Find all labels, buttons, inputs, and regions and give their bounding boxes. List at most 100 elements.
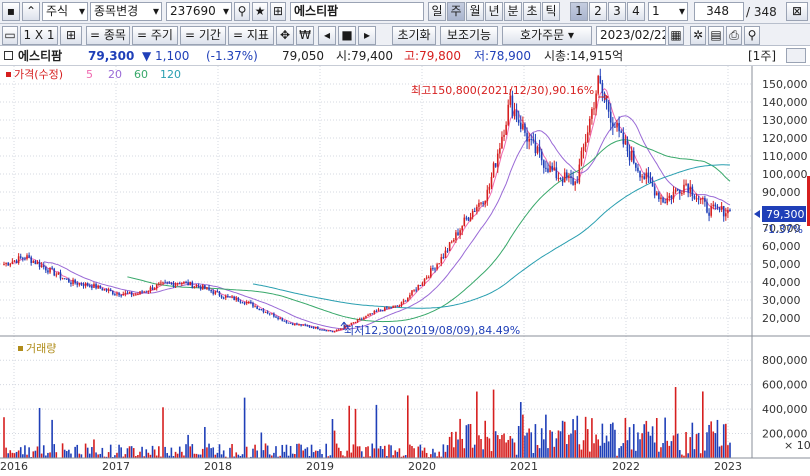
print-icon[interactable]: ⎙ bbox=[726, 26, 742, 45]
table-icon[interactable]: ▤ bbox=[708, 26, 724, 45]
volume-bar bbox=[720, 445, 723, 458]
checkbox-icon[interactable] bbox=[4, 51, 13, 60]
year-label: 2019 bbox=[306, 460, 334, 473]
candle-body bbox=[681, 193, 683, 195]
period-tab-0[interactable]: 일 bbox=[428, 2, 446, 21]
period-tab-5[interactable]: 초 bbox=[523, 2, 541, 21]
search-icon[interactable]: ⚲ bbox=[744, 26, 760, 45]
item-button[interactable]: = 종목 bbox=[86, 26, 130, 45]
volume-bar bbox=[116, 452, 118, 458]
period-tab-6[interactable]: 틱 bbox=[542, 2, 560, 21]
search-icon[interactable]: ⚲ bbox=[234, 2, 250, 21]
candle-body bbox=[143, 291, 145, 293]
more-icon[interactable]: ⊞ bbox=[270, 2, 286, 21]
volume-bar bbox=[678, 450, 681, 458]
range-button[interactable]: = 기간 bbox=[180, 26, 226, 45]
unit-button-2[interactable]: 2 bbox=[589, 2, 607, 21]
year-label: 2023 bbox=[714, 460, 742, 473]
order-button[interactable]: 호가주문 ▾ bbox=[502, 26, 592, 45]
reset-button[interactable]: 초기화 bbox=[392, 26, 436, 45]
market-select[interactable]: 주식 ▾ bbox=[42, 2, 88, 21]
cycle-button[interactable]: = 주기 bbox=[132, 26, 178, 45]
aux-button[interactable]: 보조기능 bbox=[440, 26, 498, 45]
layout-button[interactable]: 1 X 1 bbox=[20, 26, 58, 45]
chevron-up-icon[interactable]: ⌃ bbox=[22, 2, 40, 21]
unit-button-4[interactable]: 4 bbox=[627, 2, 645, 21]
candle-body bbox=[306, 325, 309, 327]
volume-bar bbox=[632, 424, 635, 458]
maximize-icon[interactable] bbox=[786, 48, 806, 63]
volume-bar bbox=[53, 444, 56, 458]
candle-body bbox=[712, 204, 715, 207]
volume-bar bbox=[212, 447, 215, 458]
candle-body bbox=[467, 217, 470, 221]
period-tab-3[interactable]: 년 bbox=[485, 2, 503, 21]
period-tab-4[interactable]: 분 bbox=[504, 2, 522, 21]
screen-icon[interactable]: ▭ bbox=[2, 26, 18, 45]
calendar-icon[interactable]: ▦ bbox=[668, 26, 684, 45]
volume-bar bbox=[126, 448, 129, 458]
date-input[interactable]: 2023/02/22 bbox=[596, 26, 666, 45]
volume-legend: 거래량 bbox=[26, 342, 56, 355]
volume-bar bbox=[672, 435, 675, 458]
volume-bar bbox=[595, 434, 597, 458]
quote-price: 79,300 bbox=[88, 49, 135, 63]
grid-icon[interactable]: ⊞ bbox=[60, 26, 82, 45]
volume-bar bbox=[716, 419, 719, 458]
candle-body bbox=[434, 268, 436, 270]
ma-legend-60: 60 bbox=[134, 68, 148, 81]
menu-icon[interactable]: ▪ bbox=[2, 2, 20, 21]
candle-body bbox=[321, 329, 323, 331]
volume-bar bbox=[231, 444, 233, 458]
volume-bar bbox=[586, 429, 589, 458]
stop-icon[interactable]: ■ bbox=[338, 26, 356, 45]
volume-bar bbox=[365, 447, 367, 458]
arrow-left-icon[interactable]: ◂ bbox=[318, 26, 336, 45]
candle-body bbox=[86, 283, 89, 286]
volume-bar bbox=[534, 424, 537, 458]
settings-icon[interactable]: ⊠ bbox=[786, 2, 808, 21]
code-input[interactable]: 237690 ▾ bbox=[166, 2, 232, 21]
candle-body bbox=[74, 279, 76, 284]
unit-button-3[interactable]: 3 bbox=[608, 2, 626, 21]
order-label: 호가주문 bbox=[519, 28, 565, 42]
count-input[interactable]: 348 bbox=[694, 2, 744, 21]
indicator-button[interactable]: = 지표 bbox=[228, 26, 274, 45]
volume-bar bbox=[317, 450, 319, 458]
volume-bar bbox=[47, 452, 49, 458]
arrow-right-icon[interactable]: ▸ bbox=[358, 26, 376, 45]
volume-bar bbox=[536, 445, 539, 458]
period-tab-1[interactable]: 주 bbox=[447, 2, 465, 21]
candle-body bbox=[423, 278, 426, 284]
candle-body bbox=[126, 292, 129, 294]
candle-body bbox=[482, 202, 484, 204]
unit-button-1[interactable]: 1 bbox=[570, 2, 588, 21]
candle-body bbox=[130, 291, 133, 296]
volume-bar bbox=[109, 444, 112, 458]
quote-low: 저:78,900 bbox=[474, 49, 532, 63]
volume-bar bbox=[147, 452, 150, 458]
volume-bar bbox=[61, 443, 64, 458]
volume-bar bbox=[517, 425, 520, 458]
candle-body bbox=[135, 294, 137, 296]
volume-bar bbox=[635, 450, 637, 458]
star-icon[interactable]: ★ bbox=[252, 2, 268, 21]
volume-bar bbox=[178, 446, 181, 458]
candle-body bbox=[643, 176, 646, 179]
candle-body bbox=[287, 322, 290, 324]
move-icon[interactable]: ✥ bbox=[276, 26, 294, 45]
candle-body bbox=[432, 268, 434, 270]
stock-change-select[interactable]: 종목변경 ▾ bbox=[90, 2, 162, 21]
won-icon[interactable]: ₩ bbox=[296, 26, 314, 45]
volume-bar bbox=[662, 443, 664, 458]
volume-bar bbox=[413, 448, 415, 458]
gear-icon[interactable]: ✲ bbox=[690, 26, 706, 45]
stock-chart[interactable]: 150,000 140,000 130,000 120,000 110,000 100,0… bbox=[0, 66, 810, 476]
candle-body bbox=[530, 138, 533, 140]
candle-body bbox=[513, 110, 516, 117]
candle-body bbox=[620, 131, 623, 133]
unit-input[interactable]: 1 ▾ bbox=[648, 2, 688, 21]
count-total: / 348 bbox=[746, 5, 777, 19]
candle-body bbox=[628, 151, 631, 161]
period-tab-2[interactable]: 월 bbox=[466, 2, 484, 21]
